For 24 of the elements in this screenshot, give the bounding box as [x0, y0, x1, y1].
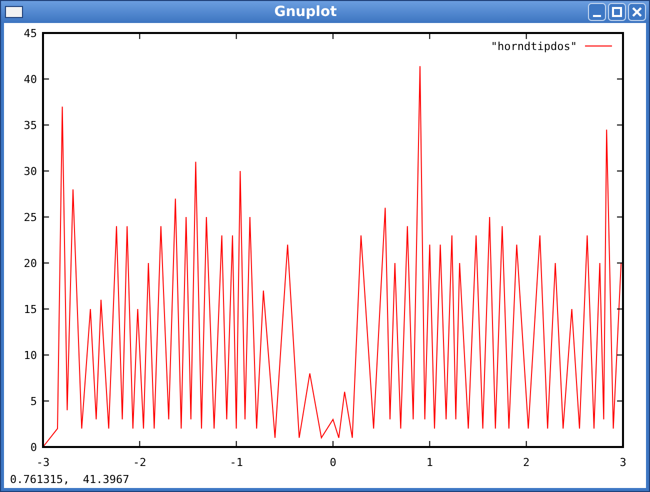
x-tick-label: -1	[230, 456, 243, 469]
x-tick-label: 0	[330, 456, 336, 469]
y-tick-label: 40	[24, 73, 37, 86]
y-tick-label: 20	[24, 257, 37, 270]
x-tick-label: 1	[426, 456, 433, 469]
y-tick-label: 0	[30, 441, 37, 454]
window-menu-icon[interactable]	[5, 6, 23, 18]
minimize-button[interactable]	[588, 3, 606, 21]
maximize-button[interactable]	[608, 3, 626, 21]
y-tick-label: 30	[24, 165, 37, 178]
legend-label: "horndtipdos"	[490, 40, 577, 53]
y-tick-label: 25	[24, 211, 37, 224]
y-tick-label: 5	[30, 395, 37, 408]
x-tick-label: 3	[620, 456, 626, 469]
window-title: Gnuplot	[273, 4, 338, 20]
x-tick-label: -2	[133, 456, 146, 469]
y-tick-label: 45	[24, 27, 37, 40]
y-tick-label: 10	[24, 349, 37, 362]
cursor-coordinates: 0.761315, 41.3967	[10, 473, 130, 486]
y-tick-label: 35	[24, 119, 37, 132]
close-button[interactable]	[628, 3, 646, 21]
y-tick-label: 15	[24, 303, 37, 316]
x-tick-label: 2	[523, 456, 530, 469]
x-tick-label: -3	[36, 456, 50, 469]
